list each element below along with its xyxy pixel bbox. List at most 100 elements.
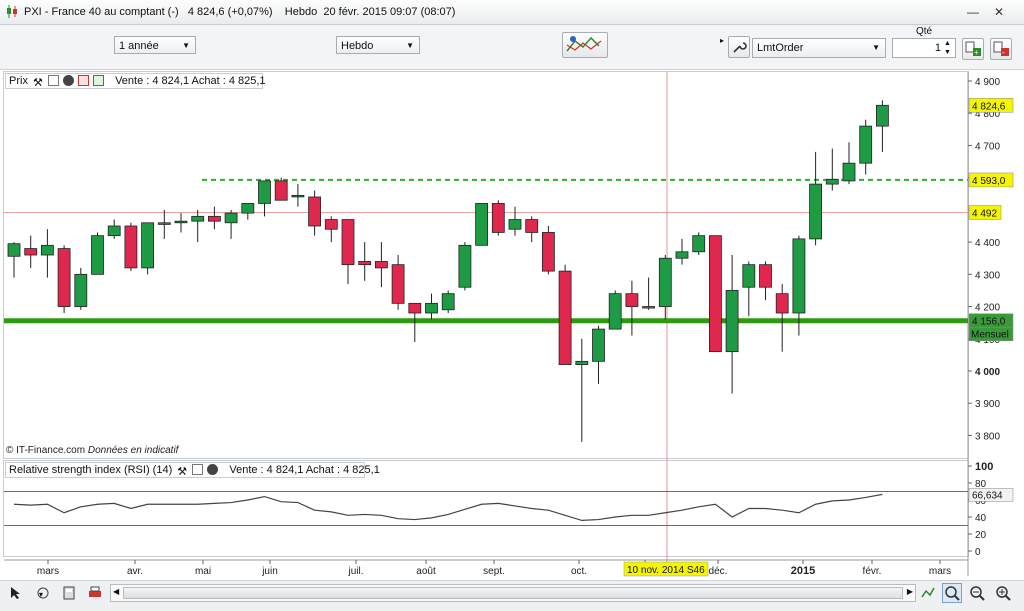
candle-body — [742, 264, 756, 288]
candle — [725, 255, 739, 394]
candle — [525, 216, 539, 243]
candle — [458, 242, 472, 291]
price-marker-label: 4 492 — [972, 208, 997, 219]
data-footnote: © IT-Finance.com Données en indicatif — [6, 445, 178, 456]
cursor-tool-icon[interactable] — [8, 586, 22, 600]
zoom-in-panel-icon[interactable] — [93, 75, 105, 86]
candle — [809, 151, 822, 246]
candle — [174, 213, 188, 233]
candle-body — [308, 196, 322, 227]
candle — [425, 293, 438, 320]
candle-body — [508, 219, 522, 230]
candle — [291, 184, 305, 207]
x-tick-label: oct. — [571, 566, 587, 577]
rsi-y-tick-label: 100 — [975, 461, 993, 473]
scroll-left-icon[interactable]: ◀ — [113, 587, 119, 596]
candle — [358, 242, 372, 281]
candle-body — [542, 232, 555, 272]
candle — [224, 209, 238, 239]
candle — [258, 180, 271, 217]
monthly-marker-label: Mensuel — [971, 330, 1009, 341]
wrench-icon[interactable]: ⚒ — [33, 76, 44, 89]
candle-body — [475, 203, 489, 246]
candle-body — [107, 225, 121, 237]
candle-body — [525, 219, 539, 233]
candle-body — [291, 194, 305, 198]
price-chart[interactable]: 3 8003 9004 0004 1004 2004 3004 4004 500… — [0, 0, 1024, 610]
candle — [475, 203, 489, 246]
candle-body — [675, 251, 689, 259]
candle-body — [91, 235, 104, 275]
wrench-icon[interactable]: ⚒ — [177, 465, 188, 478]
printer-svg-icon — [89, 586, 101, 597]
candle-body — [391, 264, 405, 304]
y-tick-label: 4 300 — [975, 270, 1000, 281]
candle-body — [191, 215, 205, 222]
zoom-in-icon — [996, 586, 1011, 601]
candle-body — [124, 225, 138, 269]
time-scrollbar[interactable]: ◀ ▶ — [110, 584, 916, 602]
candle-body — [74, 273, 88, 307]
price-marker: 4 824,6 — [968, 98, 1014, 113]
candle-body — [558, 270, 572, 365]
candle-body — [41, 244, 54, 256]
rsi-y-tick-label: 20 — [975, 530, 987, 541]
candle-body — [625, 293, 639, 307]
x-tick-label: juil. — [347, 566, 363, 577]
candle — [141, 222, 155, 275]
rsi-panel-quote: Vente : 4 824,1 Achat : 4 825,1 — [229, 464, 380, 476]
candle — [558, 264, 572, 365]
candle-body — [491, 203, 505, 233]
zoom-out-button[interactable] — [968, 584, 986, 602]
print-icon[interactable] — [88, 586, 102, 600]
candle — [24, 235, 38, 268]
candle — [675, 238, 689, 265]
zoom-out-panel-icon[interactable] — [78, 75, 90, 86]
y-tick-label: 4 900 — [975, 77, 1000, 88]
price-panel-header: Prix ⚒ Vente : 4 824,1 Achat : 4 825,1 — [5, 73, 266, 89]
x-tick-label: avr. — [127, 566, 143, 577]
draw-tool-icon[interactable]: ▾ — [36, 586, 52, 600]
candle — [207, 206, 221, 230]
chart-style-button[interactable] — [920, 585, 936, 601]
close-icon[interactable] — [63, 75, 75, 86]
scroll-right-icon[interactable]: ▶ — [907, 587, 913, 596]
footnote-source: © IT-Finance.com — [6, 445, 86, 456]
candle-body — [792, 238, 806, 314]
price-marker: 4 492 — [968, 205, 1002, 220]
candle — [575, 338, 589, 442]
close-icon[interactable] — [207, 464, 219, 475]
candle — [74, 267, 88, 310]
y-tick-label: 3 800 — [975, 431, 1000, 442]
svg-text:▾: ▾ — [39, 590, 43, 599]
pencil-icon: ▾ — [37, 587, 49, 599]
calculator-icon[interactable] — [62, 586, 76, 600]
candle — [508, 206, 522, 236]
candle-body — [274, 180, 288, 201]
candle-body — [658, 257, 672, 307]
x-tick-label: févr. — [863, 566, 882, 577]
candle — [107, 219, 121, 239]
x-tick-label: déc. — [709, 566, 728, 577]
candle-body — [642, 306, 655, 309]
candle — [7, 242, 21, 278]
price-marker: 4 593,0 — [968, 172, 1014, 188]
candle — [491, 200, 505, 236]
candle — [57, 245, 71, 313]
window-icon[interactable] — [192, 464, 204, 475]
candle — [241, 203, 255, 220]
candle — [658, 255, 672, 320]
candle-body — [7, 243, 21, 257]
zoom-fit-button[interactable] — [942, 583, 962, 603]
zoom-in-button[interactable] — [994, 584, 1012, 602]
y-tick-label: 4 400 — [975, 238, 1000, 249]
candle-body — [441, 293, 455, 311]
candle-body — [57, 248, 71, 307]
zoom-fit-icon — [945, 586, 960, 601]
scroll-thumb[interactable] — [123, 587, 903, 599]
candle-body — [358, 261, 372, 266]
candle-body — [258, 180, 271, 204]
window-icon[interactable] — [48, 75, 60, 86]
cursor-date-label: 10 nov. 2014 S46 — [627, 565, 705, 576]
candle — [41, 229, 54, 278]
